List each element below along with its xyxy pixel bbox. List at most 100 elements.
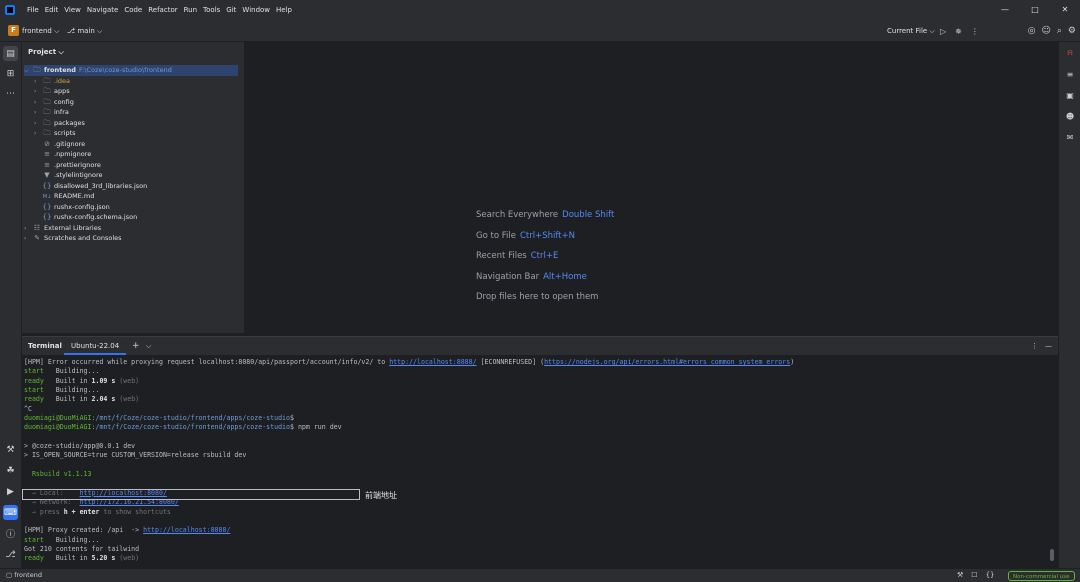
git-tool-icon[interactable]: ⎇ bbox=[3, 547, 18, 562]
markdown-preview-icon[interactable]: ▣ bbox=[1063, 88, 1077, 102]
tree-item-npmignore[interactable]: ≡ .npmignore bbox=[42, 149, 91, 160]
terminal-link[interactable]: http://localhost:8888/ bbox=[143, 526, 230, 534]
database-icon[interactable]: ≡ bbox=[1063, 67, 1077, 81]
tree-item-idea[interactable]: › 🗀 .idea bbox=[34, 76, 70, 87]
run-tool-icon[interactable]: ▶ bbox=[3, 484, 18, 499]
more-icon[interactable]: ⋮ bbox=[971, 27, 979, 36]
tree-item-infra[interactable]: › 🗀 infra bbox=[34, 107, 69, 118]
tree-item-prettierignore[interactable]: ≡ .prettierignore bbox=[42, 160, 101, 171]
vcs-icon[interactable]: ⚒ bbox=[957, 569, 963, 582]
chevron-right-icon[interactable]: › bbox=[34, 129, 42, 140]
project-badge[interactable]: F bbox=[8, 25, 19, 36]
folder-icon: 🗀 bbox=[43, 118, 51, 127]
more-icon[interactable]: ⋮ bbox=[1031, 337, 1038, 355]
terminal-text: Building... bbox=[43, 386, 100, 395]
square-icon: ▢ bbox=[6, 571, 13, 579]
menu-edit[interactable]: Edit bbox=[45, 6, 59, 14]
tree-item-disallowed-libraries[interactable]: {} disallowed_3rd_libraries.json bbox=[42, 181, 148, 192]
status-bar: ▢ frontend ⚒ ☐ {} Non-commercial use bbox=[0, 568, 1080, 582]
text-file-icon: ≡ bbox=[44, 160, 50, 169]
close-icon[interactable]: ✕ bbox=[1050, 0, 1080, 20]
lock-icon[interactable]: ☐ bbox=[971, 569, 977, 582]
more-tools-icon[interactable]: ⋯ bbox=[3, 86, 18, 101]
services-tool-icon[interactable]: ⚒ bbox=[3, 442, 18, 457]
gear-icon[interactable]: ⚙ bbox=[1068, 26, 1076, 36]
tree-item-readme[interactable]: M↓ README.md bbox=[42, 191, 95, 202]
title-bar: File Edit View Navigate Code Refactor Ru… bbox=[0, 0, 1080, 20]
plugins-tool-icon[interactable]: ☘ bbox=[3, 463, 18, 478]
menu-view[interactable]: View bbox=[64, 6, 81, 14]
menu-help[interactable]: Help bbox=[276, 6, 292, 14]
menu-navigate[interactable]: Navigate bbox=[87, 6, 118, 14]
tree-item-stylelintignore[interactable]: ▼ .stylelintignore bbox=[42, 170, 102, 181]
app-logo-icon[interactable] bbox=[5, 5, 15, 15]
project-panel-title: Project bbox=[28, 48, 57, 56]
toolbar-right: ◎ ☺ ⌕ ⚙ bbox=[1022, 20, 1076, 42]
terminal-text: Building... bbox=[43, 367, 100, 376]
menu-run[interactable]: Run bbox=[184, 6, 197, 14]
chevron-down-icon: ⌵ bbox=[97, 27, 103, 35]
menu-tools[interactable]: Tools bbox=[203, 6, 220, 14]
frontend-address-annotation: 前端地址 bbox=[365, 491, 397, 500]
run-config-selector[interactable]: Current File ⌵ bbox=[887, 20, 935, 42]
menu-refactor[interactable]: Refactor bbox=[148, 6, 177, 14]
structure-tool-icon[interactable]: ⊞ bbox=[3, 66, 18, 81]
terminal-link[interactable]: https://nodejs.org/api/errors.html#error… bbox=[544, 358, 790, 366]
tree-external-libraries[interactable]: › ☷ External Libraries bbox=[24, 223, 101, 234]
window-controls: — □ ✕ bbox=[990, 0, 1080, 20]
menu-window[interactable]: Window bbox=[242, 6, 270, 14]
ai-assistant-icon[interactable]: ◎ bbox=[1028, 26, 1036, 36]
terminal-link[interactable]: http://localhost:8888/ bbox=[389, 358, 476, 366]
hint-label: Drop files here to open them bbox=[476, 292, 599, 302]
tree-item-apps[interactable]: › 🗀 apps bbox=[34, 86, 70, 97]
user-icon[interactable]: ☺ bbox=[1041, 26, 1050, 36]
tree-scratches[interactable]: › ✎ Scratches and Consoles bbox=[24, 233, 122, 244]
minimize-icon[interactable]: — bbox=[990, 0, 1020, 20]
terminal-panel: Terminal Ubuntu-22.04 + ⌵ ⋮ — [HPM] Erro… bbox=[22, 336, 1058, 568]
license-badge[interactable]: Non-commercial use bbox=[1008, 571, 1075, 581]
notifications-icon[interactable]: ⍾ bbox=[1063, 46, 1077, 60]
terminal-output[interactable]: [HPM] Error occurred while proxying requ… bbox=[24, 358, 794, 564]
branch-switcher[interactable]: ⎇ main ⌵ bbox=[67, 20, 102, 42]
braces-icon[interactable]: {} bbox=[986, 569, 995, 582]
tree-item-config[interactable]: › 🗀 config bbox=[34, 97, 74, 108]
tree-item-packages[interactable]: › 🗀 packages bbox=[34, 118, 85, 129]
project-panel-header[interactable]: Project ⌵ bbox=[28, 48, 64, 57]
problems-tool-icon[interactable]: ⓘ bbox=[3, 526, 18, 541]
menu-code[interactable]: Code bbox=[124, 6, 142, 14]
prompt-user: duomiagi@DuoMiAGI bbox=[24, 423, 92, 432]
project-tool-icon[interactable]: ▤ bbox=[3, 46, 18, 61]
tab-ubuntu[interactable]: Ubuntu-22.04 bbox=[64, 337, 127, 355]
run-icon[interactable]: ▷ bbox=[940, 27, 946, 36]
tree-item-rushx-config[interactable]: {} rushx-config.json bbox=[42, 202, 110, 213]
tree-item-gitignore[interactable]: ⊘ .gitignore bbox=[42, 139, 85, 150]
terminal-line: Rsbuild v1.1.13 bbox=[24, 470, 92, 479]
maximize-icon[interactable]: □ bbox=[1020, 0, 1050, 20]
terminal-tool-icon[interactable]: ⌨ bbox=[3, 505, 18, 520]
prompt-path: :/mnt/f/Coze/coze-studio/frontend/apps/c… bbox=[91, 414, 291, 423]
terminal-text: [HPM] Error occurred while proxying requ… bbox=[24, 358, 390, 366]
menu-git[interactable]: Git bbox=[226, 6, 236, 14]
tree-root[interactable]: ⌵ 🗀 frontend F:\Coze\coze-studio\frontend bbox=[24, 65, 238, 76]
terminal-scrollbar[interactable] bbox=[1050, 549, 1054, 561]
new-terminal-icon[interactable]: + bbox=[132, 337, 140, 355]
chevron-down-icon[interactable]: ⌵ bbox=[146, 337, 151, 355]
tree-item-label: rushx-config.json bbox=[54, 202, 110, 211]
local-url-highlight-box bbox=[22, 489, 360, 500]
project-switcher[interactable]: frontend ⌵ bbox=[22, 20, 59, 42]
search-icon[interactable]: ⌕ bbox=[1057, 26, 1062, 36]
copilot-icon[interactable]: ☻ bbox=[1063, 109, 1077, 123]
minimize-panel-icon[interactable]: — bbox=[1045, 337, 1052, 355]
status-project[interactable]: ▢ frontend bbox=[6, 569, 42, 582]
menu-file[interactable]: File bbox=[27, 6, 39, 14]
ai-chat-icon[interactable]: ✉ bbox=[1063, 130, 1077, 144]
hint-shortcut: Ctrl+Shift+N bbox=[519, 230, 575, 241]
chevron-right-icon[interactable]: › bbox=[24, 234, 32, 245]
tree-item-rushx-config-schema[interactable]: {} rushx-config.schema.json bbox=[42, 212, 138, 223]
debug-icon[interactable]: ✵ bbox=[955, 27, 962, 36]
chevron-down-icon[interactable]: ⌵ bbox=[24, 66, 32, 77]
tree-item-scripts[interactable]: › 🗀 scripts bbox=[34, 128, 76, 139]
terminal-text: $ npm run dev bbox=[290, 423, 342, 432]
hint-shortcut: Alt+Home bbox=[543, 271, 587, 282]
